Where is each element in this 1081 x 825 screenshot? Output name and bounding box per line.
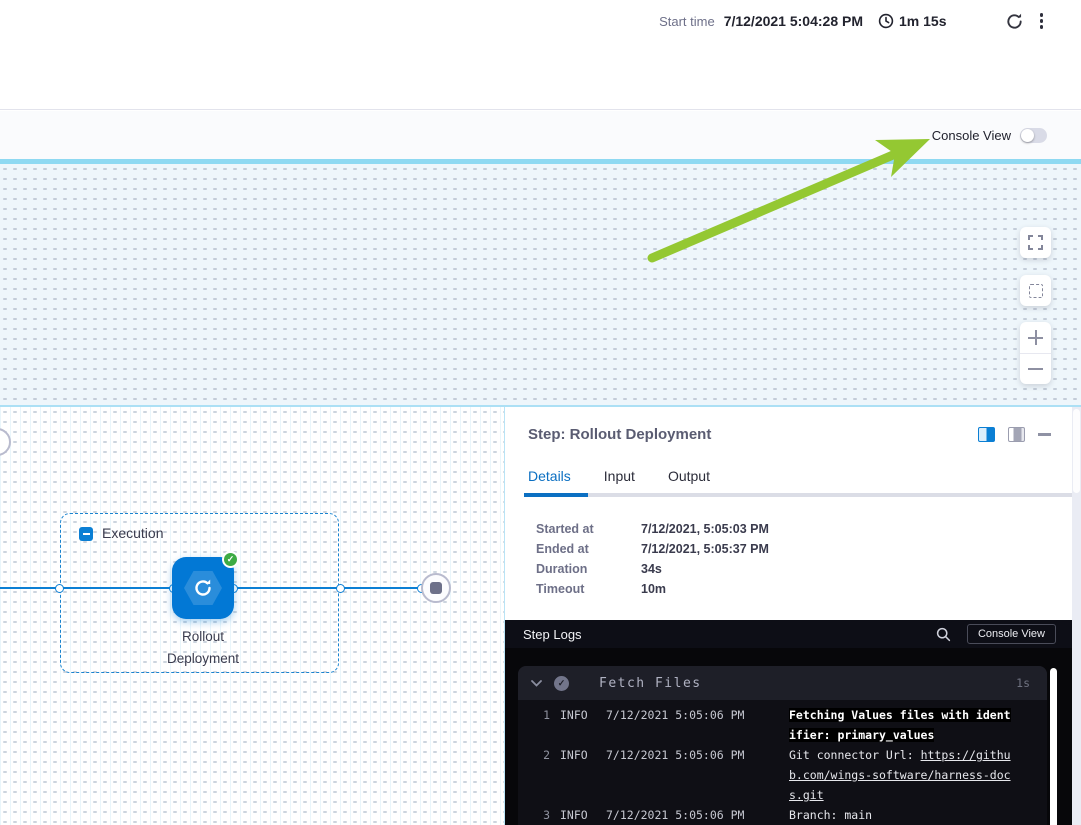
clock-icon <box>878 13 894 29</box>
line-number: 2 <box>520 745 550 805</box>
active-tab-indicator <box>524 493 588 497</box>
elapsed-duration: 1m 15s <box>899 13 946 29</box>
connector-dot <box>336 584 345 593</box>
execution-meta: Start time 7/12/2021 5:04:28 PM 1m 15s <box>659 9 1043 33</box>
log-level: INFO <box>560 805 596 825</box>
detail-label: Timeout <box>536 579 641 599</box>
log-group-name: Fetch Files <box>599 676 702 691</box>
detail-row: Timeout 10m <box>536 579 769 599</box>
selection-marquee-icon <box>1029 284 1043 298</box>
line-number: 1 <box>520 705 550 745</box>
pipeline-canvas-graph[interactable]: Execution ✓ Rollout Deployment <box>0 407 504 825</box>
fullscreen-button[interactable] <box>1020 227 1051 258</box>
panel-scrollbar-track[interactable] <box>1072 407 1081 825</box>
split-view-bottom-icon[interactable] <box>1008 427 1025 442</box>
console-view-label: Console View <box>932 128 1011 143</box>
zoom-out-button[interactable] <box>1020 353 1051 384</box>
collapse-group-button[interactable] <box>79 527 93 541</box>
log-timestamp: 7/12/2021 5:05:06 PM <box>606 705 779 745</box>
toggle-knob <box>1021 129 1034 142</box>
log-message: Git connector Url: https://github.com/wi… <box>789 745 1017 805</box>
status-success-icon: ✓ <box>554 676 569 691</box>
log-timestamp: 7/12/2021 5:05:06 PM <box>606 805 779 825</box>
start-time-label: Start time <box>659 14 715 29</box>
step-logs-title: Step Logs <box>523 627 582 642</box>
step-node-label: Rollout Deployment <box>123 626 283 670</box>
top-bar: Start time 7/12/2021 5:04:28 PM 1m 15s <box>0 0 1081 110</box>
log-group-header[interactable]: ✓ Fetch Files 1s <box>518 666 1047 700</box>
zoom-in-button[interactable] <box>1020 322 1051 353</box>
fullscreen-icon <box>1028 235 1043 250</box>
success-badge-icon: ✓ <box>222 551 239 568</box>
detail-row: Duration 34s <box>536 559 769 579</box>
rollout-refresh-icon <box>191 576 215 600</box>
minimize-panel-icon[interactable] <box>1038 433 1051 436</box>
panel-tabs: Details Input Output <box>528 468 710 484</box>
log-line: 2 INFO 7/12/2021 5:05:06 PM Git connecto… <box>518 745 1047 805</box>
tab-input[interactable]: Input <box>604 468 635 484</box>
detail-value: 10m <box>641 579 666 599</box>
log-group-duration: 1s <box>1016 676 1030 690</box>
step-details-list: Started at 7/12/2021, 5:05:03 PM Ended a… <box>536 519 769 599</box>
log-viewer[interactable]: ✓ Fetch Files 1s 1 INFO 7/12/2021 5:05:0… <box>505 648 1072 825</box>
search-icon[interactable] <box>936 627 951 642</box>
step-logs-bar: Step Logs Console View <box>505 620 1072 648</box>
fit-to-selection-button[interactable] <box>1020 275 1051 306</box>
offscreen-node <box>0 428 11 456</box>
detail-value: 34s <box>641 559 662 579</box>
execution-group-label: Execution <box>102 525 163 541</box>
panel-scrollbar-thumb[interactable] <box>1073 409 1080 493</box>
detail-label: Started at <box>536 519 641 539</box>
log-message: Fetching Values files with identifier: p… <box>789 705 1017 745</box>
detail-row: Started at 7/12/2021, 5:05:03 PM <box>536 519 769 539</box>
more-options-button[interactable] <box>1040 13 1044 29</box>
step-details-panel: Step: Rollout Deployment Details Input O… <box>504 407 1081 825</box>
log-message: Branch: main <box>789 805 1017 825</box>
log-line: 1 INFO 7/12/2021 5:05:06 PM Fetching Val… <box>518 705 1047 745</box>
tab-output[interactable]: Output <box>668 468 710 484</box>
pipeline-canvas-upper[interactable] <box>0 164 1081 405</box>
tab-details[interactable]: Details <box>528 468 571 484</box>
panel-title: Step: Rollout Deployment <box>528 426 711 443</box>
log-level: INFO <box>560 745 596 805</box>
log-line: 3 INFO 7/12/2021 5:05:06 PM Branch: main <box>518 805 1047 825</box>
chevron-down-icon <box>531 680 542 687</box>
plus-icon <box>1028 330 1043 345</box>
start-time-value: 7/12/2021 5:04:28 PM <box>724 13 863 29</box>
log-level: INFO <box>560 705 596 745</box>
connector-dot <box>55 584 64 593</box>
refresh-button[interactable] <box>1005 12 1024 31</box>
minus-icon <box>1028 362 1043 377</box>
log-lines: 1 INFO 7/12/2021 5:05:06 PM Fetching Val… <box>518 700 1047 825</box>
end-node[interactable] <box>421 573 451 603</box>
detail-value: 7/12/2021, 5:05:03 PM <box>641 519 769 539</box>
refresh-icon <box>1005 12 1024 31</box>
logs-console-view-button[interactable]: Console View <box>967 624 1056 644</box>
kebab-menu-icon <box>1040 13 1044 29</box>
log-group: ✓ Fetch Files 1s 1 INFO 7/12/2021 5:05:0… <box>518 666 1047 825</box>
line-number: 3 <box>520 805 550 825</box>
detail-value: 7/12/2021, 5:05:37 PM <box>641 539 769 559</box>
zoom-button-group <box>1020 322 1051 384</box>
detail-label: Duration <box>536 559 641 579</box>
stop-square-icon <box>430 582 442 594</box>
console-view-toggle[interactable] <box>1020 128 1047 143</box>
pipeline-toolbar: Console View <box>0 111 1081 159</box>
split-view-right-icon[interactable] <box>978 427 995 442</box>
minus-icon <box>83 533 90 535</box>
detail-row: Ended at 7/12/2021, 5:05:37 PM <box>536 539 769 559</box>
detail-label: Ended at <box>536 539 641 559</box>
log-timestamp: 7/12/2021 5:05:06 PM <box>606 745 779 805</box>
tab-underline <box>524 493 1081 497</box>
log-scrollbar-thumb[interactable] <box>1050 668 1057 825</box>
